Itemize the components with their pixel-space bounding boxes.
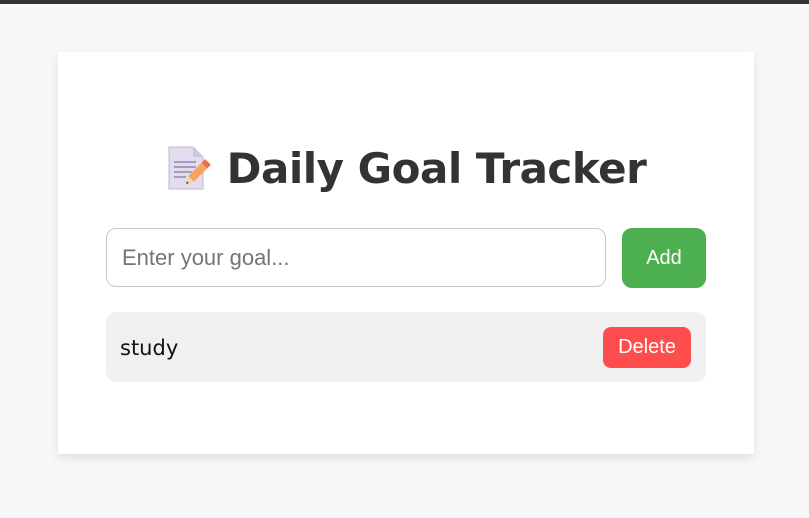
page-title: Daily Goal Tracker bbox=[226, 143, 647, 193]
goal-input[interactable] bbox=[106, 228, 606, 287]
memo-icon bbox=[163, 143, 213, 193]
add-goal-button[interactable]: Add bbox=[622, 228, 706, 288]
goal-text: study bbox=[120, 336, 179, 360]
header: Daily Goal Tracker bbox=[0, 138, 809, 198]
delete-goal-button[interactable]: Delete bbox=[603, 327, 691, 368]
goal-list-item: study Delete bbox=[106, 312, 706, 382]
top-border bbox=[0, 0, 809, 4]
